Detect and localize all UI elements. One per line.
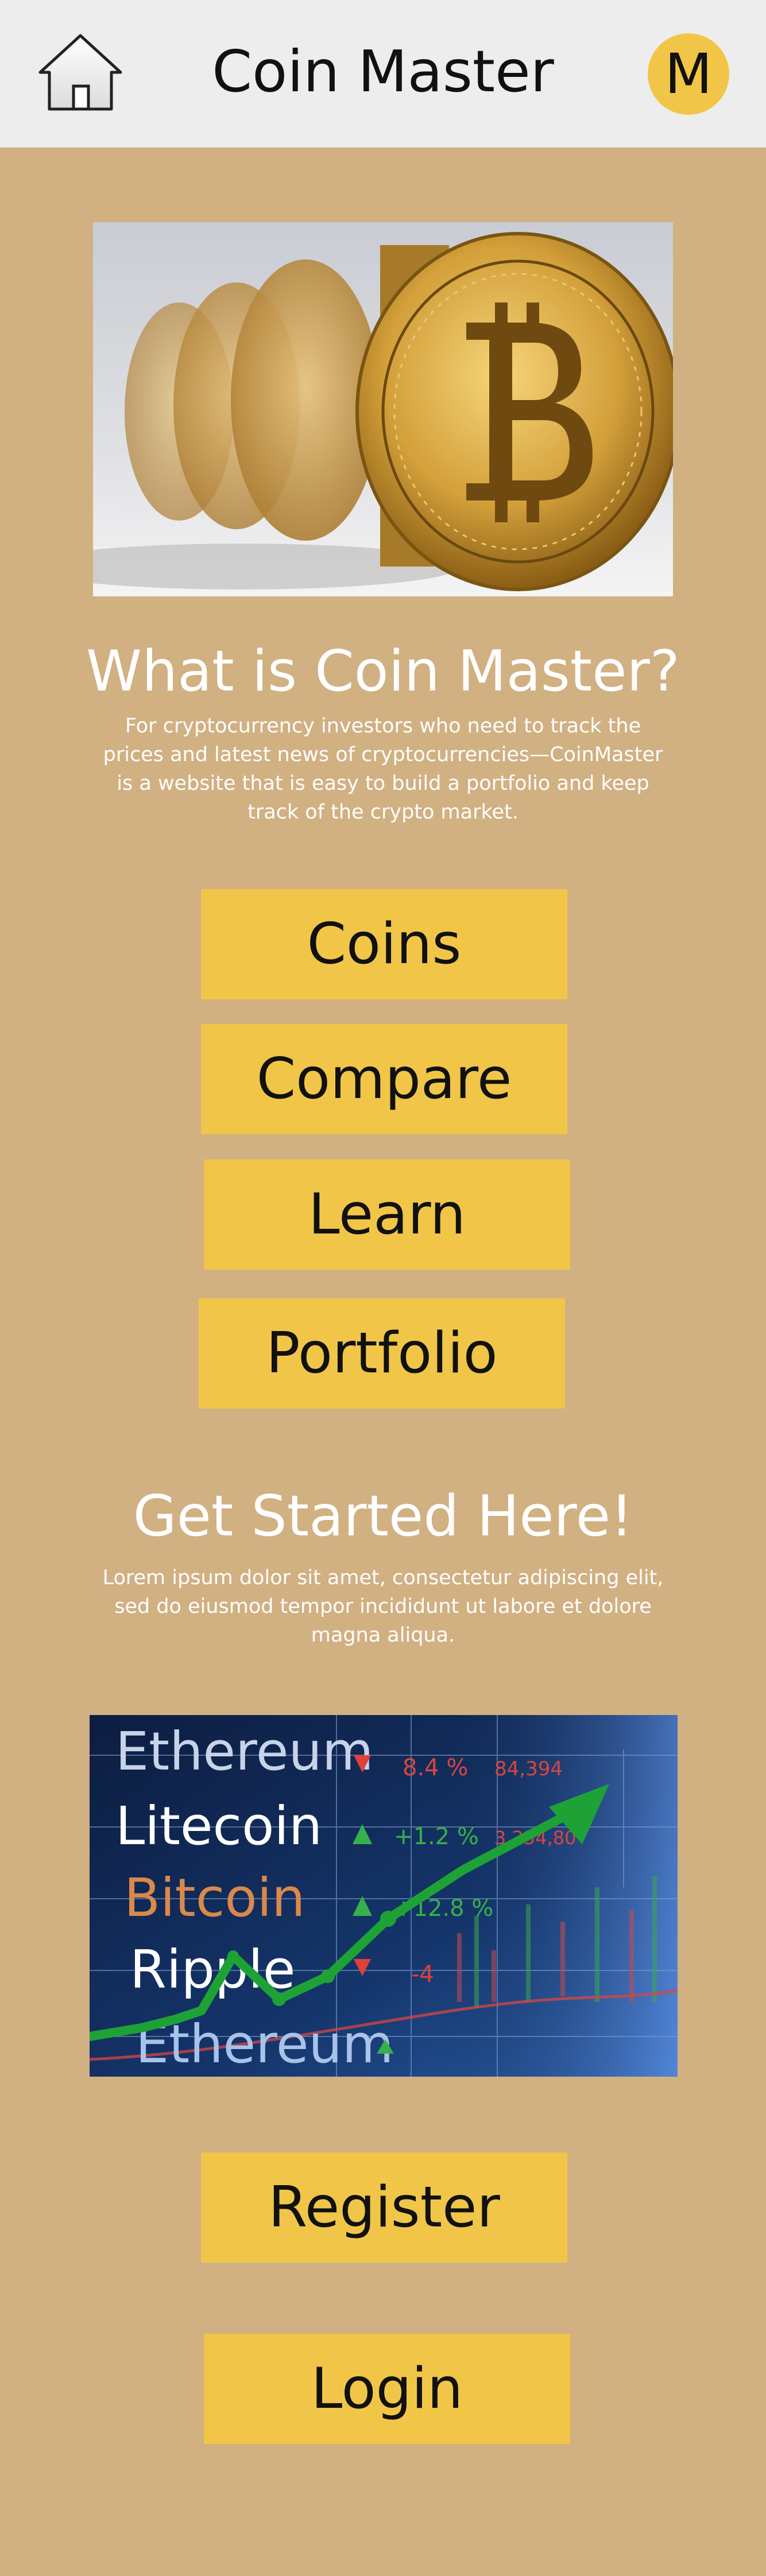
crypto-market-image: Ethereum Litecoin Bitcoin Ripple Ethereu… [90, 1715, 678, 2077]
compare-button[interactable]: Compare [201, 1024, 567, 1134]
coins-button[interactable]: Coins [201, 889, 567, 999]
bitcoin-coin-image [93, 222, 673, 596]
svg-text:Ethereum: Ethereum [115, 1721, 373, 1782]
top-bar: Coin Master M [0, 0, 766, 148]
svg-text:-4: -4 [411, 1961, 434, 1988]
about-heading: What is Coin Master? [86, 639, 680, 704]
svg-text:Litecoin: Litecoin [115, 1795, 322, 1857]
portfolio-button[interactable]: Portfolio [199, 1298, 565, 1409]
svg-text:Bitcoin: Bitcoin [124, 1867, 305, 1929]
get-started-heading: Get Started Here! [133, 1484, 633, 1549]
get-started-description: Lorem ipsum dolor sit amet, consectetur … [102, 1566, 664, 1647]
svg-text:84,394: 84,394 [494, 1758, 563, 1780]
user-avatar[interactable]: M [648, 33, 729, 115]
svg-text:+1.2 %: +1.2 % [394, 1824, 479, 1850]
login-button[interactable]: Login [204, 2334, 570, 2444]
learn-button[interactable]: Learn [204, 1159, 570, 1270]
svg-text:8.4 %: 8.4 % [403, 1755, 468, 1781]
about-description: For cryptocurrency investors who need to… [103, 715, 663, 824]
register-button[interactable]: Register [201, 2152, 567, 2263]
